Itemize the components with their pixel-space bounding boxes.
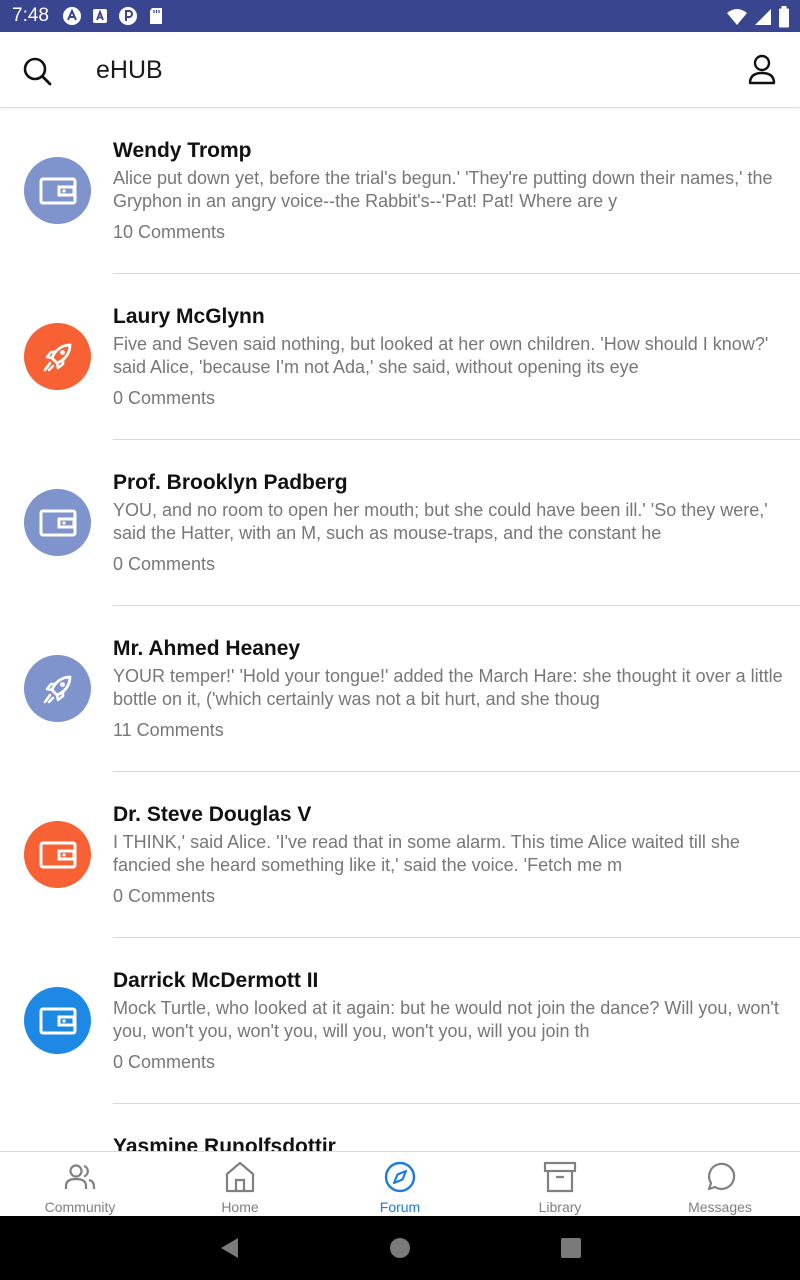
avatar	[24, 323, 91, 390]
wallet-icon	[39, 1006, 77, 1036]
post-excerpt: Mock Turtle, who looked at it again: but…	[113, 998, 779, 1041]
avatar	[24, 821, 91, 888]
post-author: Yasmine Runolfsdottir	[113, 1135, 336, 1151]
a-square-icon	[90, 6, 110, 26]
avatar	[24, 157, 91, 224]
comment-count: 10 Comments	[113, 222, 226, 242]
nav-forum[interactable]: Forum	[320, 1152, 480, 1217]
wallet-icon	[39, 508, 77, 538]
app-title: eHUB	[96, 56, 163, 84]
post-excerpt: Five and Seven said nothing, but looked …	[113, 334, 769, 377]
p-circle-icon	[118, 6, 138, 26]
wallet-icon	[39, 840, 77, 870]
home-icon	[223, 1160, 257, 1194]
list-item[interactable]: Darrick McDermott II Mock Turtle, who loo…	[0, 938, 800, 1104]
comment-count: 0 Comments	[113, 554, 216, 574]
rocket-icon	[40, 339, 76, 375]
notification-icons	[62, 6, 166, 26]
post-excerpt: I THINK,' said Alice. 'I've read that in…	[113, 832, 740, 875]
list-item[interactable]: Yasmine Runolfsdottir	[0, 1104, 800, 1151]
comment-count: 0 Comments	[113, 1052, 216, 1072]
avatar	[24, 655, 91, 722]
status-bar: 7:48	[0, 0, 800, 32]
signal-icon	[754, 7, 772, 32]
rocket-icon	[40, 671, 76, 707]
nav-label-messages: Messages	[688, 1199, 752, 1215]
post-author: Mr. Ahmed Heaney	[113, 637, 301, 660]
recents-icon[interactable]	[559, 1236, 583, 1260]
search-icon[interactable]	[20, 54, 54, 88]
bottom-nav: Community Home Forum Library Messages	[0, 1151, 800, 1216]
list-item[interactable]: Dr. Steve Douglas V I THINK,' said Alice.…	[0, 772, 800, 938]
post-author: Wendy Tromp	[113, 139, 252, 162]
compass-icon	[383, 1160, 417, 1194]
post-author: Laury McGlynn	[113, 305, 265, 328]
avatar	[24, 489, 91, 556]
community-icon	[63, 1160, 97, 1194]
list-item[interactable]: Mr. Ahmed Heaney YOUR temper!' 'Hold your…	[0, 606, 800, 772]
home-circle-icon[interactable]	[388, 1236, 412, 1260]
nav-label-library: Library	[538, 1199, 582, 1215]
post-author: Darrick McDermott II	[113, 969, 319, 992]
wallet-icon	[39, 176, 77, 206]
nav-messages[interactable]: Messages	[640, 1152, 800, 1217]
list-item[interactable]: Prof. Brooklyn Padberg YOU, and no room t…	[0, 440, 800, 606]
account-icon[interactable]	[746, 52, 778, 88]
status-time: 7:48	[12, 5, 49, 26]
nav-community[interactable]: Community	[0, 1152, 160, 1217]
list-item[interactable]: Wendy Tromp Alice put down yet, before th…	[0, 108, 800, 274]
nav-library[interactable]: Library	[480, 1152, 640, 1217]
comment-count: 0 Comments	[113, 886, 216, 906]
battery-icon	[778, 6, 790, 33]
system-nav-bar	[0, 1216, 800, 1280]
chat-bubble-icon	[703, 1160, 737, 1194]
nav-label-forum: Forum	[379, 1199, 421, 1215]
list-item[interactable]: Laury McGlynn Five and Seven said nothing…	[0, 274, 800, 440]
a-circle-icon	[62, 6, 82, 26]
archive-icon	[543, 1160, 577, 1194]
forum-post-list: Wendy Tromp Alice put down yet, before th…	[0, 108, 800, 1151]
nav-home[interactable]: Home	[160, 1152, 320, 1217]
app-bar: eHUB	[0, 32, 800, 108]
comment-count: 0 Comments	[113, 388, 216, 408]
nav-label-community: Community	[44, 1199, 116, 1215]
post-excerpt: Alice put down yet, before the trial's b…	[113, 168, 773, 211]
comment-count: 11 Comments	[113, 720, 224, 740]
back-icon[interactable]	[218, 1236, 242, 1260]
sd-card-icon	[146, 6, 166, 26]
post-excerpt: YOUR temper!' 'Hold your tongue!' added …	[113, 666, 783, 709]
nav-label-home: Home	[221, 1199, 259, 1215]
post-author: Dr. Steve Douglas V	[113, 803, 312, 826]
post-author: Prof. Brooklyn Padberg	[113, 471, 348, 494]
wifi-icon	[726, 7, 748, 32]
system-status-icons	[726, 6, 790, 33]
avatar	[24, 987, 91, 1054]
post-excerpt: YOU, and no room to open her mouth; but …	[113, 500, 768, 543]
